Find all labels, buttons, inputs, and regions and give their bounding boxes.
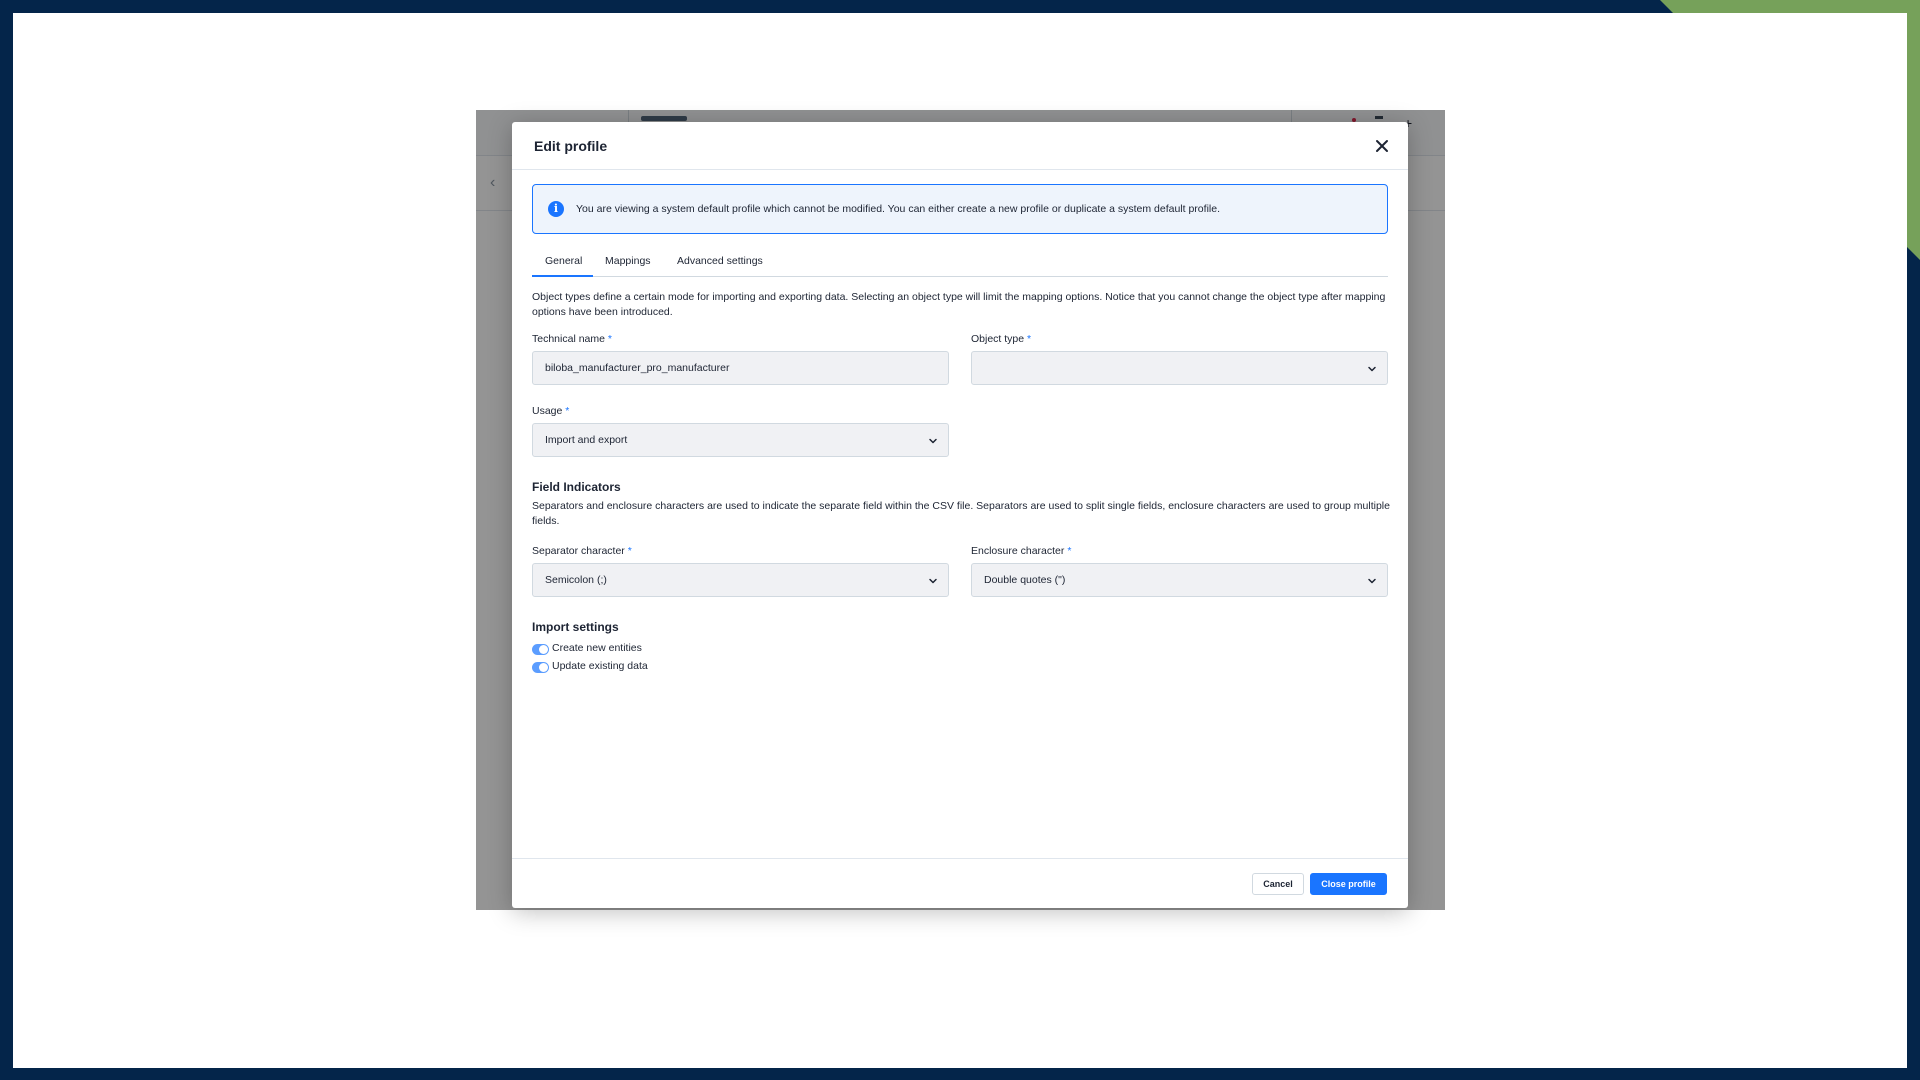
close-icon[interactable] [1372,136,1392,156]
technical-name-label-text: Technical name [532,333,605,345]
usage-select[interactable]: Import and export [532,423,949,457]
frame-left-border [0,0,13,1080]
separator-value: Semicolon (;) [545,574,607,586]
enclosure-label: Enclosure character * [971,545,1071,557]
cancel-button[interactable]: Cancel [1252,873,1304,895]
field-indicators-title: Field Indicators [532,480,621,494]
enclosure-label-text: Enclosure character [971,545,1065,557]
edit-profile-modal: Edit profile i You are viewing a system … [512,122,1408,908]
frame-top-border [0,0,1920,13]
usage-value: Import and export [545,434,628,446]
chevron-down-icon [1368,578,1376,584]
toggle-knob [539,645,548,654]
separator-select[interactable]: Semicolon (;) [532,563,949,597]
required-mark: * [1067,545,1072,557]
separator-label: Separator character * [532,545,632,557]
object-type-select[interactable] [971,351,1388,385]
technical-name-field[interactable]: biloba_manufacturer_pro_manufacturer [532,351,949,385]
required-mark: * [627,545,632,557]
info-icon: i [548,201,564,217]
modal-title: Edit profile [534,138,608,154]
chevron-down-icon [929,578,937,584]
alert-text: You are viewing a system default profile… [576,203,1220,215]
update-existing-data-toggle[interactable] [532,662,549,673]
frame-bottom-border [0,1068,1920,1080]
separator-label-text: Separator character [532,545,625,557]
enclosure-select[interactable]: Double quotes (") [971,563,1388,597]
update-existing-data-label: Update existing data [552,660,648,672]
required-mark: * [1027,333,1032,345]
field-indicators-description: Separators and enclosure characters are … [532,500,1390,527]
modal-header: Edit profile [512,122,1408,170]
info-alert: i You are viewing a system default profi… [532,184,1388,234]
tab-general[interactable]: General [545,255,582,267]
chevron-down-icon [1368,366,1376,372]
import-settings-title: Import settings [532,620,619,634]
object-type-description: Object types define a certain mode for i… [532,291,1386,318]
enclosure-value: Double quotes (") [984,574,1066,586]
usage-label-text: Usage [532,405,563,417]
technical-name-label: Technical name * [532,333,612,345]
object-type-label: Object type * [971,333,1031,345]
tab-mappings[interactable]: Mappings [605,255,651,267]
required-mark: * [565,405,570,417]
frame-corner-mask [1672,13,1907,248]
tab-advanced-settings[interactable]: Advanced settings [677,255,763,267]
create-new-entities-label: Create new entities [552,642,642,654]
close-profile-button[interactable]: Close profile [1310,873,1387,895]
usage-label: Usage * [532,405,569,417]
technical-name-value: biloba_manufacturer_pro_manufacturer [545,362,730,374]
create-new-entities-toggle[interactable] [532,644,549,655]
chevron-down-icon [929,438,937,444]
object-type-label-text: Object type [971,333,1025,345]
modal-footer: Cancel Close profile [512,858,1408,908]
required-mark: * [607,333,612,345]
profile-tabs: General Mappings Advanced settings [532,252,1388,277]
toggle-knob [539,663,548,672]
active-tab-indicator [532,275,593,277]
